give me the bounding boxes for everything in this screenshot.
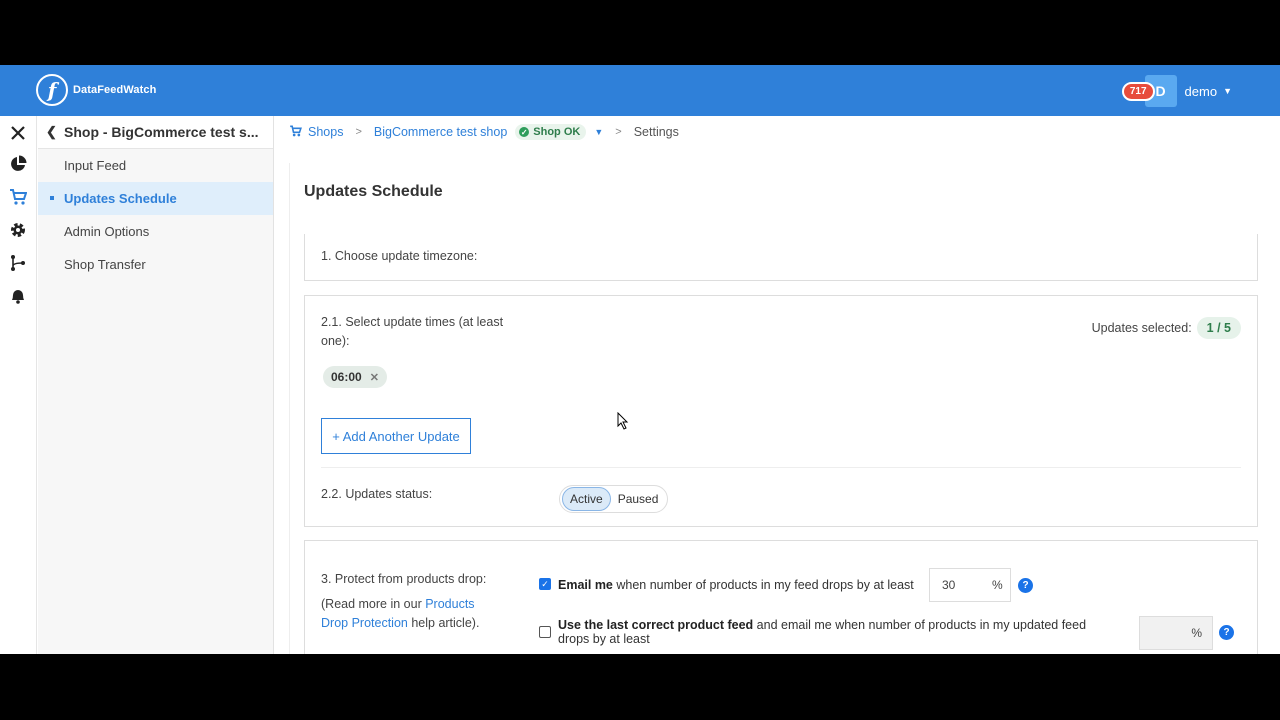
remove-icon[interactable]: ✕ — [370, 371, 379, 384]
cart-icon[interactable] — [8, 187, 28, 207]
pie-chart-icon[interactable] — [8, 154, 28, 174]
drop-percent-value: 30 — [942, 578, 956, 592]
username[interactable]: demo — [1185, 84, 1218, 99]
top-navbar: f DataFeedWatch 717 D demo ▼ — [0, 65, 1280, 116]
close-icon[interactable] — [8, 123, 28, 143]
sidebar-item-updates-schedule[interactable]: Updates Schedule — [38, 182, 273, 215]
page-title: Updates Schedule — [304, 183, 443, 200]
drop-percent-input[interactable]: 30 % — [929, 568, 1011, 602]
sidebar-item-label: Input Feed — [64, 158, 127, 173]
letterbox-top — [0, 0, 1280, 65]
step1-label: 1. Choose update timezone: — [321, 249, 478, 263]
option-bold-text: Email me — [558, 578, 613, 592]
status-toggle: Active Paused — [559, 485, 669, 513]
sidebar-item-label: Admin Options — [64, 224, 150, 239]
status-active-option[interactable]: Active — [562, 487, 611, 511]
time-chip-label: 06:00 — [331, 370, 362, 384]
breadcrumb-separator: > — [355, 126, 362, 138]
icon-rail: ? — [0, 116, 37, 654]
option-text: and email me — [753, 618, 832, 632]
breadcrumb-shops[interactable]: Shops — [308, 125, 343, 139]
shop-switcher-caret-icon[interactable]: ▼ — [594, 127, 603, 137]
letterbox-bottom — [0, 654, 1280, 720]
sidebar-item-shop-transfer[interactable]: Shop Transfer — [38, 248, 273, 281]
percent-unit: % — [992, 578, 1003, 592]
help-icon[interactable]: ? — [1018, 578, 1033, 593]
status-paused-option[interactable]: Paused — [611, 488, 666, 510]
sidebar-item-input-feed[interactable]: Input Feed — [38, 149, 273, 182]
status-badge: ✓ Shop OK — [515, 124, 587, 140]
step3-help-text: (Read more in our Products Drop Protecti… — [321, 595, 501, 633]
bell-icon[interactable] — [8, 286, 28, 306]
breadcrumb-separator: > — [615, 126, 622, 138]
gear-icon[interactable] — [8, 220, 28, 240]
option-bold-text: Use the last correct product feed — [558, 618, 754, 632]
main-content: Updates Schedule 1. Choose update timezo… — [289, 163, 1280, 654]
sidebar-item-admin-options[interactable]: Admin Options — [38, 215, 273, 248]
updates-selected-count: 1 / 5 — [1196, 317, 1241, 339]
last-feed-percent-input[interactable]: % — [1139, 616, 1213, 650]
breadcrumb-current: Settings — [633, 125, 679, 139]
option-text: when number of products in my feed drops… — [612, 578, 914, 592]
help-text-prefix: (Read more in our — [321, 597, 426, 611]
sidebar-item-label: Updates Schedule — [64, 191, 177, 206]
time-chip[interactable]: 06:00 ✕ — [323, 366, 387, 388]
updates-selected: Updates selected: 1 / 5 — [1092, 317, 1241, 339]
divider — [321, 467, 1241, 468]
notification-badge[interactable]: 717 — [1121, 81, 1155, 101]
brand-logo[interactable]: f DataFeedWatch — [36, 74, 156, 106]
app-window: f DataFeedWatch 717 D demo ▼ ? — [0, 65, 1280, 654]
breadcrumb-shop[interactable]: BigCommerce test shop — [374, 125, 507, 139]
user-menu[interactable]: 717 D demo ▼ — [1121, 75, 1232, 107]
brand-name: DataFeedWatch — [73, 84, 157, 96]
chevron-down-icon[interactable]: ▼ — [1223, 86, 1232, 96]
email-me-checkbox[interactable]: ✓ — [539, 578, 551, 590]
sidebar-title: Shop - BigCommerce test s... — [64, 124, 259, 140]
mouse-cursor-icon — [617, 412, 629, 430]
chevron-left-icon[interactable]: ❮ — [46, 124, 64, 140]
step3-label: 3. Protect from products drop: — [321, 572, 487, 586]
step22-label: 2.2. Updates status: — [321, 487, 433, 501]
add-update-button[interactable]: + Add Another Update — [321, 418, 471, 454]
email-me-option-text: Email me when number of products in my f… — [558, 578, 914, 592]
step21-label: 2.1. Select update times (at least one): — [321, 315, 504, 348]
use-last-feed-option-text: Use the last correct product feed and em… — [558, 618, 1118, 646]
updates-selected-label: Updates selected: — [1091, 321, 1192, 335]
cart-icon — [289, 125, 302, 140]
logo-icon: f — [36, 74, 68, 106]
drop-protection-section: 3. Protect from products drop: (Read mor… — [304, 540, 1258, 654]
percent-unit: % — [1191, 626, 1202, 640]
timezone-section: 1. Choose update timezone: — [304, 234, 1258, 281]
help-icon[interactable]: ? — [1219, 625, 1234, 640]
status-text: Shop OK — [533, 126, 581, 138]
update-times-section: 2.1. Select update times (at least one):… — [304, 295, 1258, 527]
check-circle-icon: ✓ — [519, 127, 530, 137]
sidebar-back-header[interactable]: ❮ Shop - BigCommerce test s... — [38, 116, 273, 149]
breadcrumb: Shops > BigCommerce test shop ✓ Shop OK ▼… — [289, 124, 679, 140]
shop-sidebar: ❮ Shop - BigCommerce test s... Input Fee… — [38, 116, 274, 654]
help-text-suffix: help article). — [407, 616, 480, 630]
sidebar-item-label: Shop Transfer — [64, 257, 146, 272]
use-last-feed-checkbox[interactable] — [539, 626, 551, 638]
branch-icon[interactable] — [8, 253, 28, 273]
